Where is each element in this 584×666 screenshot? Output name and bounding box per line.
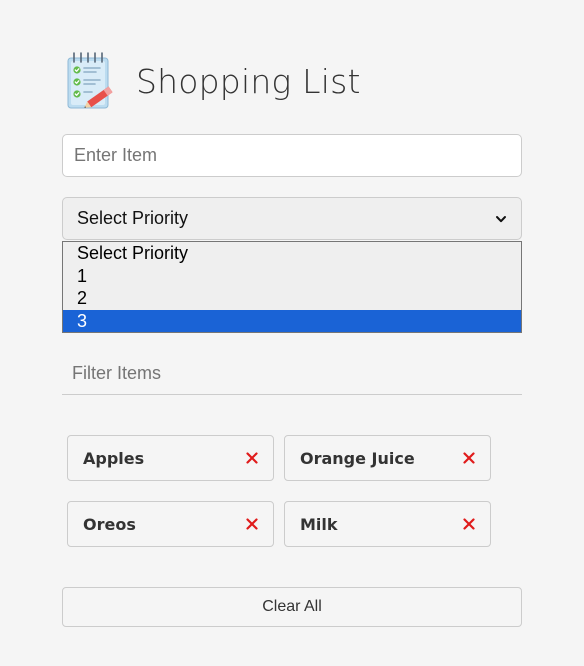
page-title: Shopping List (136, 61, 361, 101)
priority-option-3[interactable]: 3 (63, 309, 521, 332)
close-icon[interactable] (463, 518, 475, 530)
close-icon[interactable] (246, 452, 258, 464)
app: Shopping List Select Priority Select Pri… (0, 0, 584, 666)
list-item: Apples (67, 435, 274, 481)
list-item: Orange Juice (284, 435, 491, 481)
item-name: Apples (83, 448, 145, 468)
notepad-checklist-icon (67, 52, 113, 109)
priority-option-1[interactable]: 1 (63, 265, 521, 288)
priority-option-select[interactable]: Select Priority (63, 242, 521, 265)
priority-dropdown-list: Select Priority 1 2 3 (62, 241, 522, 333)
list-item: Oreos (67, 501, 274, 547)
close-icon[interactable] (463, 452, 475, 464)
close-icon[interactable] (246, 518, 258, 530)
chevron-down-icon (496, 215, 506, 222)
list-item: Milk (284, 501, 491, 547)
item-name: Milk (300, 514, 338, 534)
item-name: Oreos (83, 514, 136, 534)
filter-input[interactable] (62, 352, 522, 395)
clear-all-button[interactable]: Clear All (62, 587, 522, 627)
item-name: Orange Juice (300, 448, 415, 468)
item-input[interactable] (62, 134, 522, 177)
priority-option-2[interactable]: 2 (63, 287, 521, 310)
priority-select[interactable]: Select Priority (62, 197, 522, 240)
priority-select-value: Select Priority (77, 208, 189, 228)
header: Shopping List (62, 50, 361, 112)
